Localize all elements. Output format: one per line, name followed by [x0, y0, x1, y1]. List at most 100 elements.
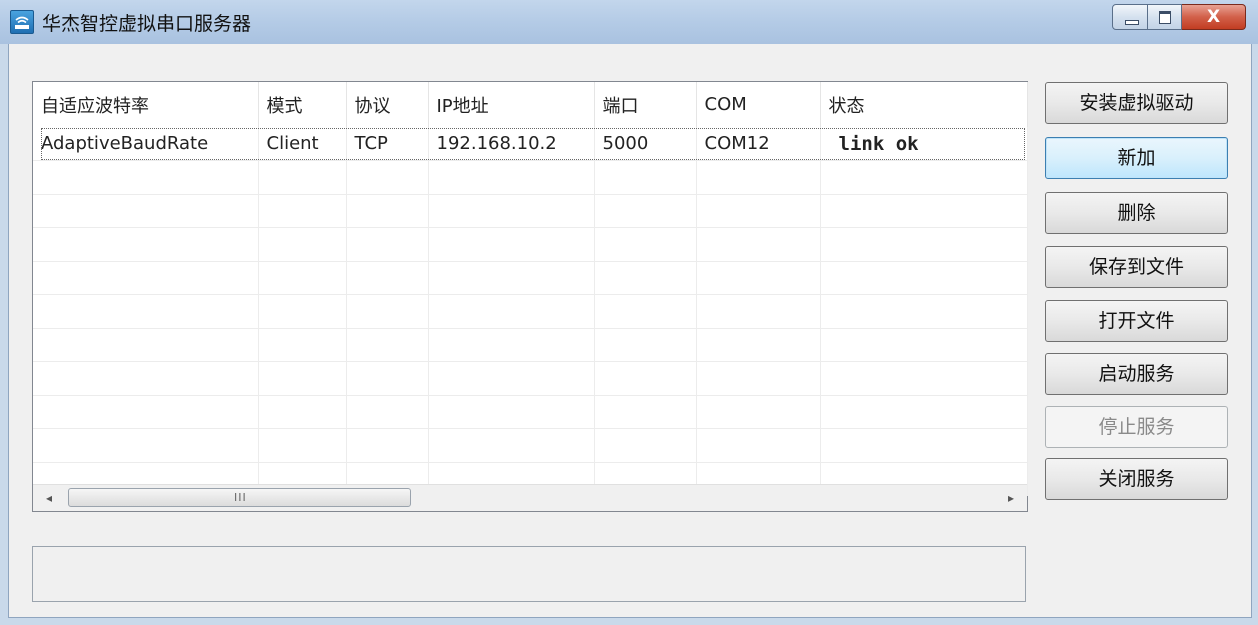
empty-cell [258, 194, 347, 228]
empty-cell [428, 227, 595, 262]
cell-adaptive-baud: AdaptiveBaudRate [33, 127, 259, 161]
empty-cell [696, 294, 821, 329]
column-header-mode[interactable]: 模式 [258, 82, 347, 127]
empty-cell [820, 294, 1028, 329]
empty-cell [346, 261, 429, 295]
minimize-button[interactable] [1112, 4, 1148, 30]
empty-cell [696, 428, 821, 463]
close-icon: X [1206, 7, 1221, 27]
empty-cell [696, 328, 821, 362]
table-row-empty[interactable] [33, 261, 1028, 295]
empty-cell [594, 395, 697, 429]
empty-cell [428, 294, 595, 329]
empty-cell [33, 294, 259, 329]
horizontal-scrollbar[interactable]: ◂ III ▸ [33, 484, 1027, 511]
empty-cell [428, 194, 595, 228]
open-file-button[interactable]: 打开文件 [1045, 300, 1228, 342]
empty-cell [346, 395, 429, 429]
column-header-com[interactable]: COM [696, 82, 821, 127]
table-row-empty[interactable] [33, 395, 1028, 429]
empty-cell [33, 395, 259, 429]
install-driver-button[interactable]: 安装虚拟驱动 [1045, 82, 1228, 124]
cell-mode: Client [258, 127, 347, 161]
cell-protocol: TCP [346, 127, 429, 161]
column-header-adaptive-baud[interactable]: 自适应波特率 [33, 82, 259, 127]
table-row-empty[interactable] [33, 428, 1028, 463]
stop-service-button: 停止服务 [1045, 406, 1228, 448]
empty-cell [820, 227, 1028, 262]
empty-cell [33, 428, 259, 463]
empty-cell [33, 160, 259, 195]
table-row-empty[interactable] [33, 328, 1028, 362]
empty-cell [696, 261, 821, 295]
column-header-ip[interactable]: IP地址 [428, 82, 595, 127]
start-service-button[interactable]: 启动服务 [1045, 353, 1228, 395]
delete-button[interactable]: 删除 [1045, 192, 1228, 234]
empty-cell [258, 361, 347, 396]
column-header-status[interactable]: 状态 [820, 82, 1028, 127]
column-header-port[interactable]: 端口 [594, 82, 697, 127]
table-header: 自适应波特率 模式 协议 IP地址 端口 COM 状态 [33, 82, 1028, 127]
empty-cell [594, 160, 697, 195]
table-row-empty[interactable] [33, 361, 1028, 396]
empty-cell [33, 328, 259, 362]
empty-cell [820, 194, 1028, 228]
empty-cell [258, 395, 347, 429]
empty-cell [820, 160, 1028, 195]
table-row-empty[interactable] [33, 294, 1028, 329]
grip-icon: III [234, 491, 247, 504]
cell-port: 5000 [594, 127, 697, 161]
empty-cell [258, 328, 347, 362]
main-window-body: 自适应波特率 模式 协议 IP地址 端口 COM 状态 AdaptiveBaud… [8, 44, 1252, 618]
cell-ip: 192.168.10.2 [428, 127, 595, 161]
empty-cell [33, 227, 259, 262]
empty-cell [346, 428, 429, 463]
close-service-button[interactable]: 关闭服务 [1045, 458, 1228, 500]
maximize-button[interactable] [1148, 4, 1182, 30]
port-list-view[interactable]: 自适应波特率 模式 协议 IP地址 端口 COM 状态 AdaptiveBaud… [32, 81, 1028, 512]
empty-cell [258, 428, 347, 463]
port-table: 自适应波特率 模式 协议 IP地址 端口 COM 状态 AdaptiveBaud… [33, 82, 1028, 496]
empty-cell [696, 194, 821, 228]
cell-status: link ok [820, 127, 1028, 161]
empty-cell [346, 328, 429, 362]
column-header-protocol[interactable]: 协议 [346, 82, 429, 127]
window-title: 华杰智控虚拟串口服务器 [42, 13, 252, 35]
empty-cell [428, 428, 595, 463]
cell-com: COM12 [696, 127, 821, 161]
empty-cell [428, 361, 595, 396]
table-row-empty[interactable] [33, 227, 1028, 262]
table-row-empty[interactable] [33, 160, 1028, 195]
empty-cell [428, 395, 595, 429]
empty-cell [594, 194, 697, 228]
empty-cell [428, 160, 595, 195]
empty-cell [594, 294, 697, 329]
empty-cell [428, 261, 595, 295]
empty-cell [820, 328, 1028, 362]
app-icon [10, 10, 34, 34]
empty-cell [820, 395, 1028, 429]
scrollbar-thumb[interactable]: III [68, 488, 411, 507]
empty-cell [820, 428, 1028, 463]
empty-cell [820, 361, 1028, 396]
title-bar: 华杰智控虚拟串口服务器 X [0, 0, 1258, 44]
empty-cell [258, 227, 347, 262]
empty-cell [594, 261, 697, 295]
save-to-file-button[interactable]: 保存到文件 [1045, 246, 1228, 288]
close-button[interactable]: X [1182, 4, 1246, 30]
empty-cell [258, 160, 347, 195]
table-row-empty[interactable] [33, 194, 1028, 228]
empty-cell [696, 395, 821, 429]
empty-cell [696, 361, 821, 396]
empty-cell [258, 261, 347, 295]
empty-cell [346, 294, 429, 329]
add-button[interactable]: 新加 [1045, 137, 1228, 179]
empty-cell [594, 328, 697, 362]
empty-cell [594, 361, 697, 396]
status-panel [32, 546, 1026, 602]
empty-cell [258, 294, 347, 329]
scroll-right-icon[interactable]: ▸ [1001, 489, 1021, 507]
scroll-left-icon[interactable]: ◂ [39, 489, 59, 507]
empty-cell [346, 160, 429, 195]
table-row[interactable]: AdaptiveBaudRate Client TCP 192.168.10.2… [33, 127, 1028, 161]
